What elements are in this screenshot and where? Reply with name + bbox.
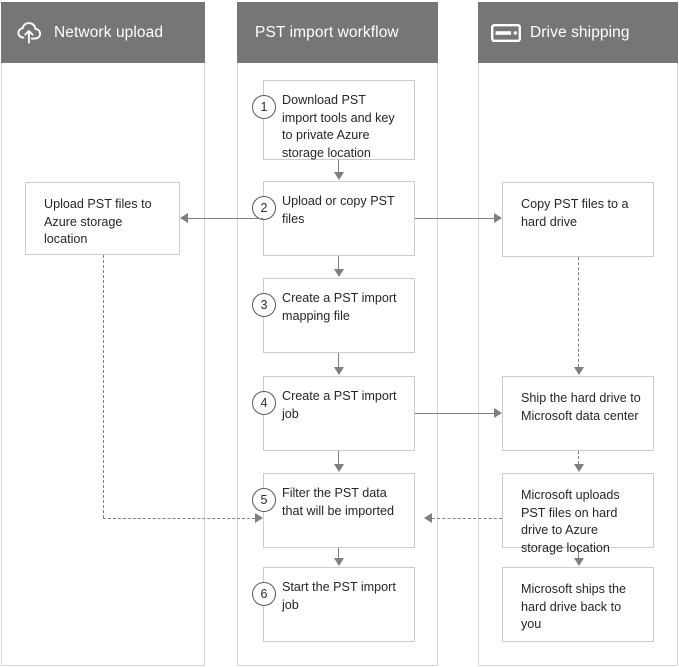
box-filter-pst-data[interactable]: 5 Filter the PST data that will be impor…: [252, 473, 415, 548]
arrowhead-step3-to-step4: [334, 367, 344, 375]
box-download-tools[interactable]: 1 Download PST import tools and key to p…: [252, 80, 415, 160]
box-start-import-job[interactable]: 6 Start the PST import job: [252, 567, 415, 642]
arrowhead-microsoft-uploads-to-ships-back: [574, 558, 584, 566]
step-number-6: 6: [252, 582, 276, 606]
arrowhead-ship-to-microsoft-uploads: [574, 464, 584, 472]
step-number-3: 3: [252, 293, 276, 317]
arrowhead-step4-to-ship-hard-drive: [494, 408, 502, 418]
box-create-import-job[interactable]: 4 Create a PST import job: [252, 376, 415, 451]
pst-import-workflow-diagram: Network upload PST import workflow Drive…: [0, 0, 679, 667]
connector-ship-to-microsoft-uploads: [578, 451, 579, 464]
arrowhead-step5-to-step6: [334, 558, 344, 566]
connector-microsoft-uploads-to-step5: [432, 518, 502, 519]
header-label-drive-shipping: Drive shipping: [530, 23, 630, 41]
box-create-import-job-text: Create a PST import job: [282, 389, 397, 421]
connector-step2-to-step3: [338, 256, 339, 269]
box-download-tools-text: Download PST import tools and key to pri…: [282, 93, 395, 160]
arrowhead-step4-to-step5: [334, 464, 344, 472]
box-upload-or-copy[interactable]: 2 Upload or copy PST files: [252, 181, 415, 256]
connector-step5-to-step6: [338, 548, 339, 558]
box-create-mapping-file-text: Create a PST import mapping file: [282, 291, 397, 323]
header-label-network-upload: Network upload: [54, 23, 164, 41]
box-start-import-job-text: Start the PST import job: [282, 580, 396, 612]
header-label-pst-import-workflow: PST import workflow: [255, 23, 399, 41]
connector-copy-to-ship-hard-drive: [578, 257, 579, 367]
box-upload-pst-files[interactable]: Upload PST files to Azure storage locati…: [25, 182, 180, 255]
step-number-2: 2: [252, 196, 276, 220]
box-create-mapping-file[interactable]: 3 Create a PST import mapping file: [252, 278, 415, 353]
box-copy-to-hard-drive[interactable]: Copy PST files to a hard drive: [502, 182, 654, 257]
box-upload-or-copy-text: Upload or copy PST files: [282, 194, 395, 226]
box-microsoft-ships-back-text: Microsoft ships the hard drive back to y…: [521, 582, 626, 631]
arrowhead-microsoft-uploads-to-step5: [424, 513, 432, 523]
box-ship-hard-drive-text: Ship the hard drive to Microsoft data ce…: [521, 391, 641, 423]
connector-microsoft-uploads-to-ships-back: [578, 548, 579, 558]
header-network-upload: Network upload: [1, 2, 205, 63]
hard-drive-icon: [491, 20, 521, 46]
arrowhead-step2-to-step3: [334, 269, 344, 277]
connector-upload-pst-to-step5: [103, 518, 255, 519]
arrowhead-step2-to-upload-pst: [180, 213, 188, 223]
cloud-upload-icon: [15, 20, 45, 46]
box-microsoft-uploads-text: Microsoft uploads PST files on hard driv…: [521, 488, 620, 555]
box-microsoft-ships-back[interactable]: Microsoft ships the hard drive back to y…: [502, 567, 654, 642]
arrowhead-step2-to-copy-hard-drive: [494, 213, 502, 223]
step-number-5: 5: [252, 488, 276, 512]
box-copy-to-hard-drive-text: Copy PST files to a hard drive: [521, 197, 629, 229]
arrowhead-upload-pst-to-step5: [255, 513, 263, 523]
arrowhead-copy-to-ship-hard-drive: [574, 367, 584, 375]
step-number-1: 1: [252, 95, 276, 119]
connector-step4-to-step5: [338, 451, 339, 464]
connector-step3-to-step4: [338, 353, 339, 367]
box-microsoft-uploads[interactable]: Microsoft uploads PST files on hard driv…: [502, 473, 654, 555]
box-filter-pst-data-text: Filter the PST data that will be importe…: [282, 486, 394, 518]
connector-step4-to-ship-hard-drive: [415, 413, 494, 414]
step-number-4: 4: [252, 391, 276, 415]
arrowhead-step1-to-step2: [334, 172, 344, 180]
box-ship-hard-drive[interactable]: Ship the hard drive to Microsoft data ce…: [502, 376, 654, 451]
connector-step2-to-upload-pst: [188, 218, 263, 219]
box-upload-pst-files-text: Upload PST files to Azure storage locati…: [44, 197, 152, 246]
connector-step2-to-copy-hard-drive: [415, 218, 494, 219]
header-pst-import-workflow: PST import workflow: [237, 2, 438, 63]
connector-upload-pst-down: [103, 255, 104, 518]
header-drive-shipping: Drive shipping: [478, 2, 678, 63]
